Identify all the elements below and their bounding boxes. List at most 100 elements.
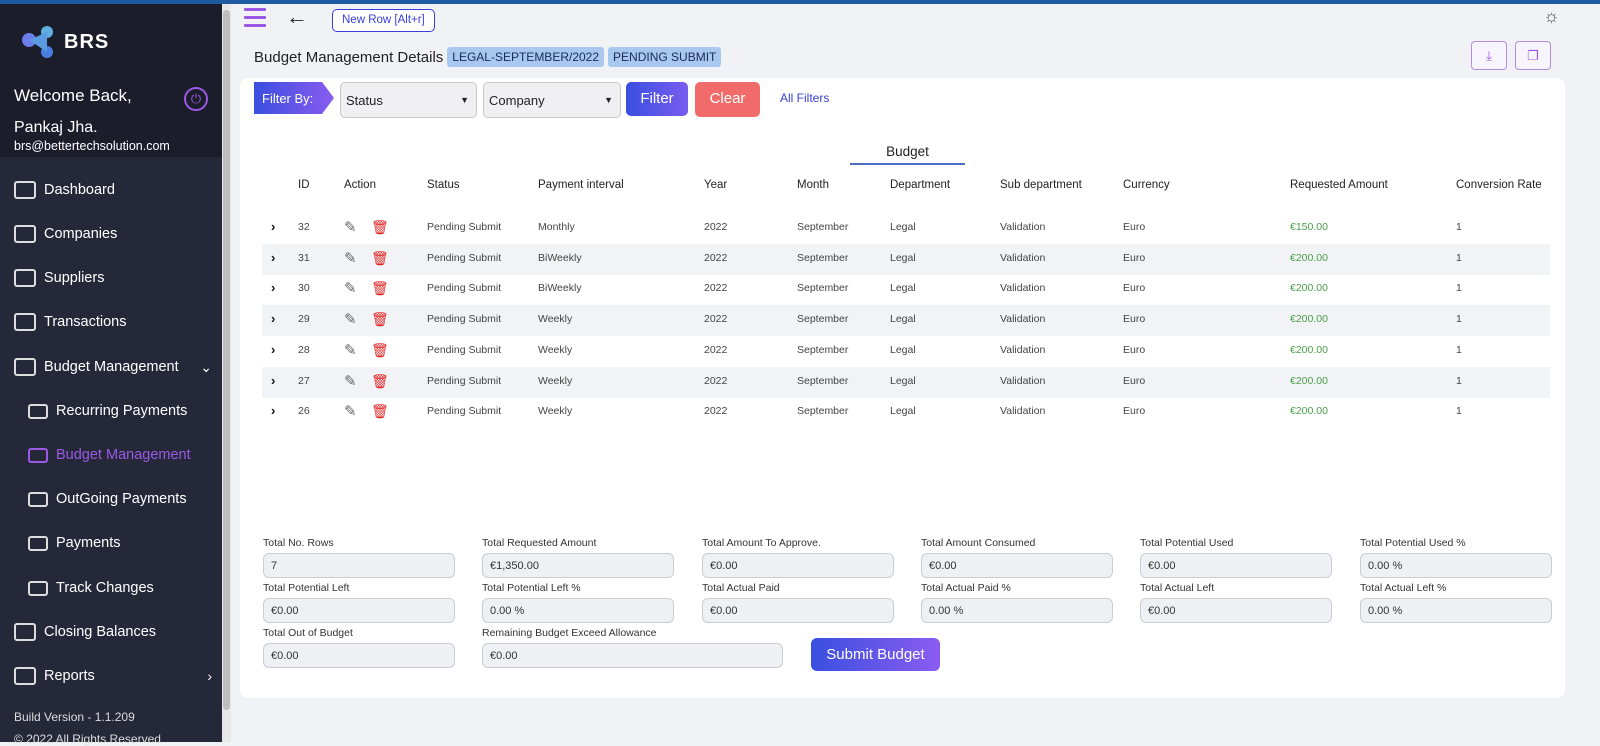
download-icon[interactable]: ⤓ (1471, 41, 1507, 70)
sidebar-item-budget-management[interactable]: Budget Management ⌄ (0, 352, 222, 382)
expand-row-icon[interactable]: › (271, 342, 275, 357)
card-icon (28, 447, 48, 463)
expand-row-icon[interactable]: › (271, 280, 275, 295)
sidebar-item-label: Companies (44, 226, 118, 242)
sidebar-item-transactions[interactable]: Transactions (0, 307, 222, 337)
edit-icon[interactable]: ✎ (344, 218, 357, 236)
sidebar-item-dashboard[interactable]: Dashboard (0, 175, 222, 205)
edit-icon[interactable]: ✎ (344, 279, 357, 297)
column-header[interactable]: Conversion Rate (1456, 179, 1542, 191)
expand-row-icon[interactable]: › (271, 250, 275, 265)
clear-button[interactable]: Clear (695, 82, 760, 117)
delete-icon[interactable]: 🗑 (371, 373, 389, 390)
total-field[interactable]: €0.00 (702, 553, 894, 578)
cell-sub: Validation (1000, 313, 1046, 326)
menu-icon[interactable] (244, 8, 266, 28)
submit-budget-button[interactable]: Submit Budget (811, 638, 940, 671)
sidebar: BRS Welcome Back, ⏻ Pankaj Jha. brs@bett… (0, 4, 222, 746)
total-field[interactable]: 0.00 % (1360, 598, 1552, 623)
expand-row-icon[interactable]: › (271, 373, 275, 388)
logo-text: BRS (64, 30, 110, 53)
total-field[interactable]: €0.00 (1140, 553, 1332, 578)
delete-icon[interactable]: 🗑 (371, 250, 389, 267)
sidebar-scrollbar[interactable] (222, 4, 231, 742)
sidebar-item-suppliers[interactable]: Suppliers (0, 263, 222, 293)
column-header[interactable]: Year (704, 179, 727, 191)
total-field[interactable]: 0.00 % (921, 598, 1113, 623)
cell-year: 2022 (704, 251, 728, 264)
column-header[interactable]: Month (797, 179, 829, 191)
cell-currency: Euro (1123, 343, 1146, 356)
total-field[interactable]: €0.00 (263, 643, 455, 668)
delete-icon[interactable]: 🗑 (371, 280, 389, 297)
scrollbar-thumb[interactable] (223, 10, 230, 710)
sidebar-item-recurring-payments[interactable]: Recurring Payments (0, 396, 222, 426)
cell-id: 28 (298, 343, 310, 356)
delete-icon[interactable]: 🗑 (371, 342, 389, 359)
total-field[interactable]: €0.00 (263, 598, 455, 623)
column-header[interactable]: Status (427, 179, 460, 191)
cell-sub: Validation (1000, 251, 1046, 264)
column-header[interactable]: Requested Amount (1290, 179, 1388, 191)
column-header[interactable]: Action (344, 179, 376, 191)
total-field[interactable]: €1,350.00 (482, 553, 674, 578)
expand-row-icon[interactable]: › (271, 403, 275, 418)
logo[interactable]: BRS (20, 24, 109, 60)
expand-row-icon[interactable]: › (271, 219, 275, 234)
edit-icon[interactable]: ✎ (344, 402, 357, 420)
back-arrow-icon[interactable]: ← (286, 4, 308, 30)
cell-status: Pending Submit (427, 343, 502, 356)
column-header[interactable]: Department (890, 179, 950, 191)
column-header[interactable]: Sub department (1000, 179, 1082, 191)
building-icon (14, 225, 36, 243)
filter-by-label: Filter By: (254, 82, 334, 114)
logo-icon (22, 26, 53, 58)
theme-toggle-icon[interactable]: ☼ (1543, 6, 1560, 27)
delete-icon[interactable]: 🗑 (371, 311, 389, 328)
delete-icon[interactable]: 🗑 (371, 403, 389, 420)
total-field[interactable]: €0.00 (1140, 598, 1332, 623)
status-tag: PENDING SUBMIT (608, 47, 722, 67)
page-title: Budget Management Details (254, 48, 444, 66)
sidebar-item-companies[interactable]: Companies (0, 219, 222, 249)
edit-icon[interactable]: ✎ (344, 341, 357, 359)
sidebar-item-reports[interactable]: Reports › (0, 661, 222, 691)
card-icon (14, 358, 36, 376)
cell-dept: Legal (890, 374, 916, 387)
sidebar-item-payments[interactable]: Payments (0, 528, 222, 558)
cell-currency: Euro (1123, 313, 1146, 326)
cell-rate: 1 (1456, 374, 1462, 387)
total-field[interactable]: 7 (263, 553, 455, 578)
column-header[interactable]: ID (298, 179, 310, 191)
edit-icon[interactable]: ✎ (344, 372, 357, 390)
cell-id: 31 (298, 251, 310, 264)
total-label: Remaining Budget Exceed Allowance (482, 627, 657, 639)
expand-row-icon[interactable]: › (271, 311, 275, 326)
cell-dept: Legal (890, 221, 916, 233)
copy-icon[interactable]: ❐ (1515, 41, 1551, 70)
edit-icon[interactable]: ✎ (344, 310, 357, 328)
column-header[interactable]: Payment interval (538, 179, 624, 191)
total-field[interactable]: €0.00 (702, 598, 894, 623)
total-field[interactable]: €0.00 (482, 643, 783, 668)
status-select[interactable]: Status ▼ (340, 82, 477, 118)
all-filters-link[interactable]: All Filters (780, 91, 829, 105)
total-field[interactable]: €0.00 (921, 553, 1113, 578)
cell-rate: 1 (1456, 221, 1462, 233)
delete-icon[interactable]: 🗑 (371, 219, 389, 236)
sidebar-item-track-changes[interactable]: Track Changes (0, 573, 222, 603)
sidebar-item-outgoing-payments[interactable]: OutGoing Payments (0, 484, 222, 514)
cell-month: September (797, 405, 849, 418)
sidebar-item-closing-balances[interactable]: Closing Balances (0, 617, 222, 647)
power-icon[interactable]: ⏻ (184, 87, 208, 111)
total-field[interactable]: 0.00 % (482, 598, 674, 623)
filter-button[interactable]: Filter (626, 82, 688, 116)
edit-icon[interactable]: ✎ (344, 249, 357, 267)
cell-interval: Weekly (538, 343, 573, 356)
cell-dept: Legal (890, 282, 916, 295)
column-header[interactable]: Currency (1123, 179, 1170, 191)
company-select[interactable]: Company ▼ (483, 82, 621, 118)
new-row-button[interactable]: New Row [Alt+r] (332, 9, 435, 32)
sidebar-item-budget-management[interactable]: Budget Management (0, 440, 222, 470)
total-field[interactable]: 0.00 % (1360, 553, 1552, 578)
